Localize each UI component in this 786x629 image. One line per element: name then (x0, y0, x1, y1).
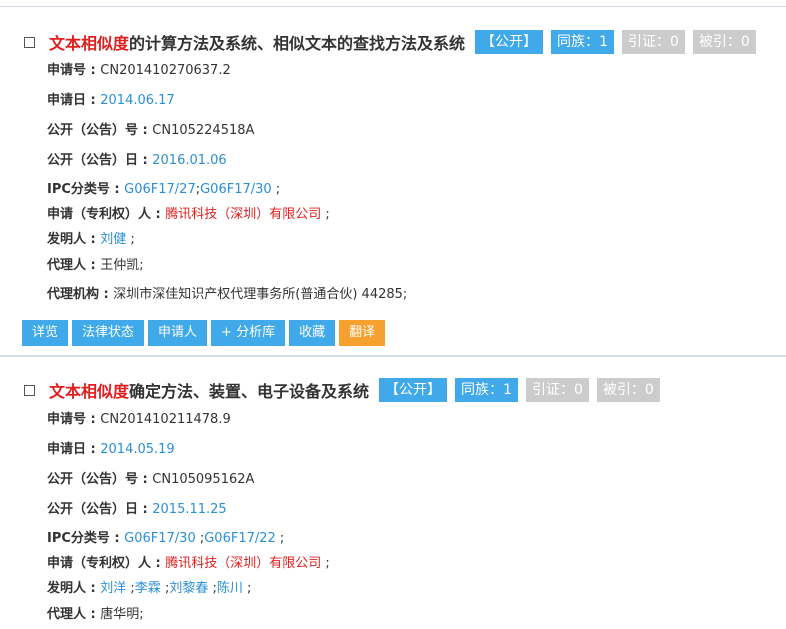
publication-number-label: 公开（公告）号 : (47, 123, 153, 138)
publication-date-label: 公开（公告）日 : (47, 153, 153, 168)
citing-badge[interactable]: 引证：0 (621, 30, 685, 54)
family-badge[interactable]: 同族：1 (551, 30, 614, 54)
publication-number-field: 公开（公告）号 : CN105095162A (47, 472, 254, 488)
applicant-button[interactable]: 申请人 (148, 320, 208, 346)
agent-field: 代理人 : 唐华明; (47, 607, 144, 623)
application-date-field: 申请日 : 2014.06.17 (47, 93, 175, 109)
application-date-field: 申请日 : 2014.05.19 (47, 442, 175, 458)
publication-date-label: 公开（公告）日 : (47, 502, 153, 517)
title-text: 的计算方法及系统、相似文本的查找方法及系统 (129, 34, 466, 53)
agent-name: 唐华明; (100, 607, 144, 622)
title-highlight: 文本相似度 (49, 34, 130, 53)
application-number-label: 申请号 : (47, 412, 101, 427)
agent-label: 代理人 : (47, 258, 101, 273)
detail-button[interactable]: 详览 (22, 320, 69, 346)
agent-field: 代理人 : 王仲凯; (47, 258, 144, 274)
agent-name: 王仲凯; (100, 258, 144, 273)
applicant-label: 申请（专利权）人 : (47, 207, 166, 222)
applicant-field: 申请（专利权）人 : 腾讯科技（深圳）有限公司 ; (47, 207, 330, 222)
select-checkbox[interactable] (24, 36, 35, 48)
publication-number: CN105224518A (152, 123, 255, 138)
publication-number: CN105095162A (152, 472, 255, 487)
patent-title[interactable]: 文本相似度确定方法、装置、电子设备及系统 (49, 378, 369, 402)
translate-button[interactable]: 翻译 (339, 320, 386, 346)
record-title-row: 文本相似度确定方法、装置、电子设备及系统 【公开】 同族：1 引证：0 被引：0 (24, 378, 660, 402)
application-date-link[interactable]: 2014.06.17 (100, 93, 174, 108)
inventor-label: 发明人 : (47, 232, 101, 247)
add-to-library-button[interactable]: + 分析库 (211, 320, 286, 346)
ipc-link[interactable]: G06F17/30 (200, 182, 272, 197)
application-number-field: 申请号 : CN201410211478.9 (47, 412, 231, 428)
status-badge: 【公开】 (379, 378, 448, 402)
inventor-link[interactable]: 刘洋 (100, 581, 126, 596)
ipc-field: IPC分类号 : G06F17/30 ;G06F17/22 ; (47, 531, 285, 546)
record-title-row: 文本相似度的计算方法及系统、相似文本的查找方法及系统 【公开】 同族：1 引证：… (24, 30, 756, 54)
applicant-link[interactable]: 腾讯科技（深圳）有限公司 (165, 556, 321, 571)
applicant-link[interactable]: 腾讯科技（深圳）有限公司 (165, 207, 321, 222)
applicant-label: 申请（专利权）人 : (47, 556, 166, 571)
inventor-field: 发明人 : 刘洋 ;李霖 ;刘黎春 ;陈川 ; (47, 581, 252, 596)
applicant-field: 申请（专利权）人 : 腾讯科技（深圳）有限公司 ; (47, 556, 330, 571)
application-date-label: 申请日 : (47, 93, 101, 108)
cited-badge[interactable]: 被引：0 (596, 378, 660, 402)
title-text: 确定方法、装置、电子设备及系统 (129, 382, 370, 401)
inventor-field: 发明人 : 刘健 ; (47, 232, 135, 247)
agency-name: 深圳市深佳知识产权代理事务所(普通合伙) 44285; (113, 287, 408, 302)
title-highlight: 文本相似度 (49, 382, 130, 401)
favorite-button[interactable]: 收藏 (289, 320, 336, 346)
ipc-link[interactable]: G06F17/27 (124, 182, 196, 197)
application-date-label: 申请日 : (47, 442, 101, 457)
inventor-link[interactable]: 刘健 (100, 232, 126, 247)
inventor-link[interactable]: 李霖 (135, 581, 161, 596)
publication-date-link[interactable]: 2016.01.06 (152, 153, 226, 168)
application-number-field: 申请号 : CN201410270637.2 (47, 63, 231, 79)
ipc-link[interactable]: G06F17/30 (124, 531, 196, 546)
inventor-label: 发明人 : (47, 581, 101, 596)
ipc-link[interactable]: G06F17/22 (204, 531, 276, 546)
publication-date-field: 公开（公告）日 : 2016.01.06 (47, 153, 227, 169)
inventor-link[interactable]: 陈川 (217, 581, 243, 596)
top-divider (0, 6, 786, 7)
publication-date-field: 公开（公告）日 : 2015.11.25 (47, 502, 227, 518)
ipc-label: IPC分类号 : (47, 182, 125, 197)
application-number-label: 申请号 : (47, 63, 101, 78)
ipc-field: IPC分类号 : G06F17/27;G06F17/30 ; (47, 182, 281, 197)
record-divider (0, 355, 786, 357)
publication-number-field: 公开（公告）号 : CN105224518A (47, 123, 254, 139)
publication-number-label: 公开（公告）号 : (47, 472, 153, 487)
application-date-link[interactable]: 2014.05.19 (100, 442, 174, 457)
select-checkbox[interactable] (24, 384, 35, 396)
citing-badge[interactable]: 引证：0 (525, 378, 589, 402)
application-number: CN201410211478.9 (100, 412, 231, 427)
patent-title[interactable]: 文本相似度的计算方法及系统、相似文本的查找方法及系统 (49, 30, 465, 54)
agency-label: 代理机构 : (47, 287, 114, 302)
cited-badge[interactable]: 被引：0 (692, 30, 756, 54)
inventor-link[interactable]: 刘黎春 (169, 581, 208, 596)
legal-status-button[interactable]: 法律状态 (72, 320, 145, 346)
agency-field: 代理机构 : 深圳市深佳知识产权代理事务所(普通合伙) 44285; (47, 287, 407, 303)
agent-label: 代理人 : (47, 607, 101, 622)
ipc-label: IPC分类号 : (47, 531, 125, 546)
application-number: CN201410270637.2 (100, 63, 231, 78)
status-badge: 【公开】 (475, 30, 544, 54)
record-actions: 详览 法律状态 申请人 + 分析库 收藏 翻译 (22, 320, 389, 346)
family-badge[interactable]: 同族：1 (455, 378, 518, 402)
publication-date-link[interactable]: 2015.11.25 (152, 502, 226, 517)
